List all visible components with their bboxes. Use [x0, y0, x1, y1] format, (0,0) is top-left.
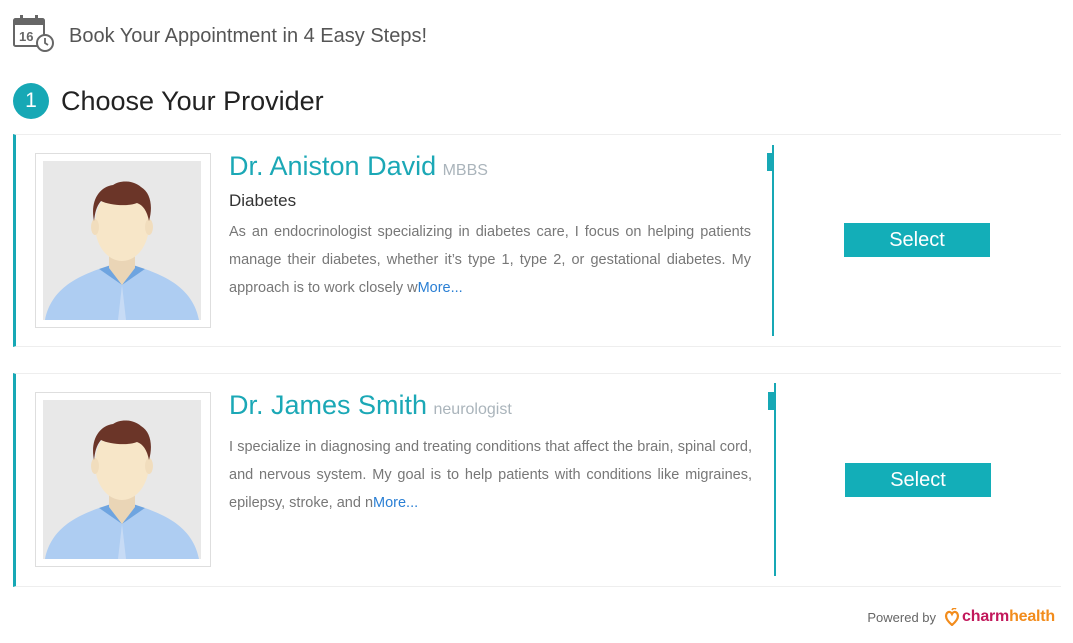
- brand-name-health: health: [1009, 608, 1055, 625]
- avatar-placeholder-icon: [43, 161, 201, 320]
- provider-qualification: MBBS: [442, 162, 488, 179]
- select-provider-button[interactable]: Select: [844, 223, 990, 257]
- more-link[interactable]: More...: [418, 280, 463, 296]
- provider-specialty: Diabetes: [229, 191, 297, 210]
- provider-bio-text: I specialize in diagnosing and treating …: [229, 439, 752, 511]
- provider-card: Dr. Aniston David MBBS Diabetes As an en…: [13, 134, 1061, 347]
- provider-name-row: Dr. James Smith neurologist: [229, 390, 752, 421]
- card-divider: [772, 145, 774, 336]
- provider-photo: [35, 153, 211, 328]
- provider-qualification: neurologist: [433, 401, 512, 418]
- provider-info: Dr. James Smith neurologist I specialize…: [229, 390, 752, 517]
- provider-bio: I specialize in diagnosing and treating …: [229, 433, 752, 517]
- calendar-clock-icon: 16: [13, 15, 54, 52]
- step-title: Choose Your Provider: [61, 85, 324, 116]
- provider-bio-text: As an endocrinologist specializing in di…: [229, 224, 751, 296]
- charmhealth-logo-icon: [945, 608, 960, 626]
- select-provider-button[interactable]: Select: [845, 463, 991, 497]
- provider-name: Dr. Aniston David: [229, 151, 437, 181]
- powered-by-footer: Powered by charm health: [867, 608, 1055, 626]
- step-heading: 1 Choose Your Provider: [13, 83, 324, 119]
- booking-page: 16 Book Your Appointment in 4 Easy Steps…: [0, 0, 1073, 643]
- provider-card: Dr. James Smith neurologist I specialize…: [13, 373, 1061, 587]
- provider-photo: [35, 392, 211, 567]
- provider-name: Dr. James Smith: [229, 390, 428, 420]
- avatar-placeholder-icon: [43, 400, 201, 559]
- card-divider: [774, 383, 776, 576]
- provider-name-row: Dr. Aniston David MBBS: [229, 151, 751, 182]
- brand-name-charm: charm: [962, 608, 1010, 625]
- header-title: Book Your Appointment in 4 Easy Steps!: [69, 24, 428, 47]
- booking-header: 16 Book Your Appointment in 4 Easy Steps…: [12, 14, 427, 54]
- more-link[interactable]: More...: [373, 495, 418, 511]
- provider-info: Dr. Aniston David MBBS Diabetes As an en…: [229, 151, 751, 302]
- provider-bio: As an endocrinologist specializing in di…: [229, 218, 751, 302]
- powered-by-label: Powered by: [867, 609, 937, 625]
- calendar-day: 16: [19, 29, 33, 44]
- step-number-badge: 1: [13, 83, 49, 119]
